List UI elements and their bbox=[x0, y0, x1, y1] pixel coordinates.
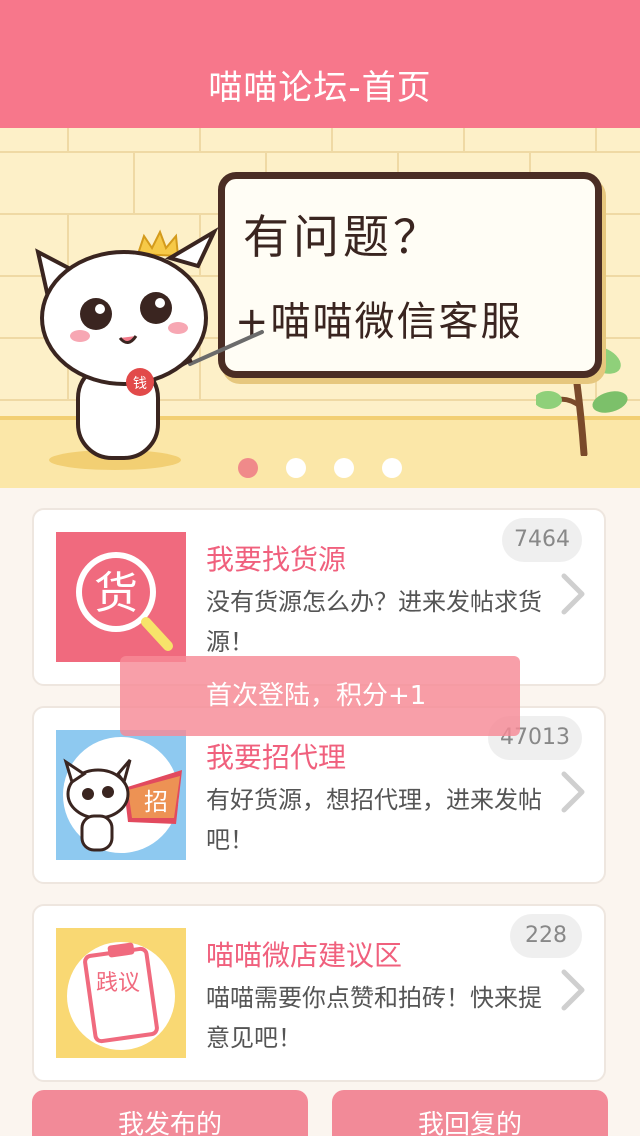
chevron-right-icon bbox=[561, 969, 585, 1011]
supply-magnifier-icon: 货 bbox=[56, 532, 186, 662]
forum-description: 没有货源怎么办？进来发帖求货源！ bbox=[206, 588, 542, 656]
carousel-dot[interactable] bbox=[334, 458, 354, 478]
svg-text:钱: 钱 bbox=[133, 376, 147, 392]
chevron-right-icon bbox=[561, 573, 585, 615]
recruit-cat-icon: 招 bbox=[56, 730, 186, 860]
chevron-right-icon bbox=[561, 771, 585, 813]
carousel-dot[interactable] bbox=[238, 458, 258, 478]
board-subline: +喵喵微信客服 bbox=[235, 299, 523, 345]
announcement-board: 有问题？ +喵喵微信客服 bbox=[218, 172, 602, 378]
post-count-badge: 7464 bbox=[502, 518, 582, 562]
carousel-indicator bbox=[0, 458, 640, 478]
forum-description: 喵喵需要你点赞和拍砖！快来提意见吧！ bbox=[206, 984, 542, 1052]
page-title: 喵喵论坛-首页 bbox=[208, 68, 432, 108]
carousel-dot[interactable] bbox=[286, 458, 306, 478]
svg-text:招: 招 bbox=[144, 788, 168, 816]
forum-card-suggestions[interactable]: 践议 喵喵微店建议区 喵喵需要你点赞和拍砖！快来提意见吧！ 228 bbox=[32, 904, 606, 1082]
post-count-badge: 228 bbox=[510, 914, 582, 958]
forum-title: 我要找货源 bbox=[206, 543, 347, 576]
app-header: 喵喵论坛-首页 bbox=[0, 0, 640, 128]
my-replies-button[interactable]: 我回复的 bbox=[332, 1090, 608, 1136]
login-points-toast: 首次登陆，积分+1 bbox=[120, 656, 520, 736]
suggestion-clipboard-icon: 践议 bbox=[56, 928, 186, 1058]
carousel-dot[interactable] bbox=[382, 458, 402, 478]
cat-mascot-illustration: 钱 bbox=[35, 226, 264, 470]
forum-title: 喵喵微店建议区 bbox=[206, 939, 403, 972]
forum-title: 我要招代理 bbox=[206, 741, 347, 774]
board-headline: 有问题？ bbox=[243, 210, 443, 264]
banner-carousel[interactable]: 有问题？ +喵喵微信客服 钱 bbox=[0, 128, 640, 488]
my-posts-button[interactable]: 我发布的 bbox=[32, 1090, 308, 1136]
forum-description: 有好货源，想招代理，进来发帖吧！ bbox=[206, 786, 542, 854]
svg-text:货: 货 bbox=[94, 568, 138, 619]
svg-text:践议: 践议 bbox=[96, 971, 140, 996]
